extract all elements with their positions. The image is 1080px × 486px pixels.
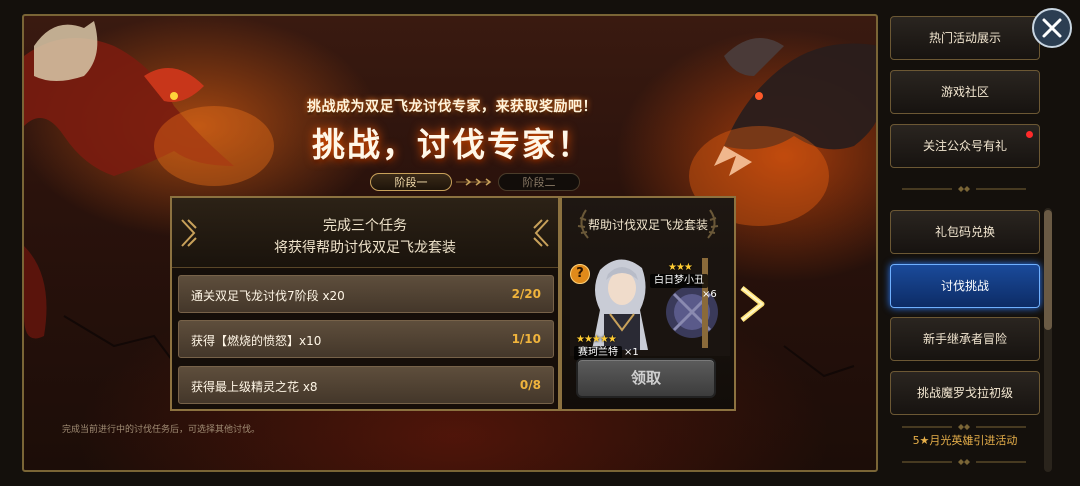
item-quantity: ×6 bbox=[702, 289, 717, 300]
sidebar: 热门活动展示 游戏社区 关注公众号有礼 礼包码兑换 讨伐挑战 新手继承者冒险 挑… bbox=[878, 0, 1080, 486]
item-name: 白日梦小丑 bbox=[650, 274, 708, 288]
sidebar-item-moonlight-event[interactable]: 5★月光英雄引进活动 bbox=[890, 432, 1040, 448]
stage-tab-1[interactable]: 阶段一 bbox=[370, 173, 452, 191]
chevron-right-icon[interactable] bbox=[736, 284, 770, 324]
divider bbox=[902, 424, 1026, 430]
sidebar-item-community[interactable]: 游戏社区 bbox=[890, 70, 1040, 114]
reward-panel: 帮助讨伐双足飞龙套装 ? ★★★ 白日梦小丑 ×6 ★★★★★ 赛珂兰特 ×1 … bbox=[560, 196, 736, 411]
sidebar-item-morogora-challenge[interactable]: 挑战魔罗戈拉初级 bbox=[890, 371, 1040, 415]
sidebar-item-hunt-challenge[interactable]: 讨伐挑战 bbox=[890, 264, 1040, 308]
task-panel-header: 完成三个任务 将获得帮助讨伐双足飞龙套装 bbox=[172, 198, 558, 268]
sidebar-item-gift-code[interactable]: 礼包码兑换 bbox=[890, 210, 1040, 254]
close-icon bbox=[1042, 18, 1062, 38]
task-name: 获得最上级精灵之花 x8 bbox=[191, 380, 318, 394]
event-title: 挑战，讨伐专家！ bbox=[312, 125, 592, 164]
reward-title: 帮助讨伐双足飞龙套装 bbox=[587, 218, 708, 232]
event-subtitle: 挑战成为双足飞龙讨伐专家，来获取奖励吧！ bbox=[307, 99, 597, 115]
task-row: 通关双足飞龙讨伐7阶段 x20 2/20 bbox=[178, 275, 554, 313]
notification-dot bbox=[1026, 131, 1033, 138]
sidebar-item-label: 关注公众号有礼 bbox=[922, 139, 1007, 153]
item-stars: ★★★★★ bbox=[576, 334, 617, 345]
task-heading-line1: 完成三个任务 bbox=[323, 218, 407, 234]
task-progress: 2/20 bbox=[511, 287, 541, 301]
close-button[interactable] bbox=[1032, 8, 1072, 48]
divider bbox=[902, 186, 1026, 192]
claim-button[interactable]: 领取 bbox=[576, 358, 716, 398]
sidebar-item-follow-account[interactable]: 关注公众号有礼 bbox=[890, 124, 1040, 168]
task-row: 获得【燃烧的愤怒】x10 1/10 bbox=[178, 320, 554, 358]
stage-indicator: 阶段一 阶段二 bbox=[370, 173, 604, 191]
stage-tab-2[interactable]: 阶段二 bbox=[498, 173, 580, 191]
ornament-icon bbox=[533, 219, 549, 247]
sidebar-scrollbar[interactable] bbox=[1044, 208, 1052, 472]
task-progress: 0/8 bbox=[519, 378, 541, 392]
task-name: 通关双足飞龙讨伐7阶段 x20 bbox=[191, 289, 345, 303]
question-icon[interactable]: ? bbox=[570, 264, 590, 284]
sidebar-item-hot-events[interactable]: 热门活动展示 bbox=[890, 16, 1040, 60]
scrollbar-thumb[interactable] bbox=[1044, 210, 1052, 330]
task-panel: 完成三个任务 将获得帮助讨伐双足飞龙套装 通关双足飞龙讨伐7阶段 x20 2/2… bbox=[170, 196, 560, 411]
stage-progress-arrow-icon bbox=[456, 178, 492, 186]
task-heading-line2: 将获得帮助讨伐双足飞龙套装 bbox=[274, 240, 456, 256]
footnote-text: 完成当前进行中的讨伐任务后，可选择其他讨伐。 bbox=[62, 425, 261, 435]
event-frame: 挑战成为双足飞龙讨伐专家，来获取奖励吧！ 挑战，讨伐专家！ 阶段一 阶段二 完成… bbox=[22, 14, 878, 472]
sidebar-item-newbie-adventure[interactable]: 新手继承者冒险 bbox=[890, 317, 1040, 361]
divider bbox=[902, 459, 1026, 465]
task-name: 获得【燃烧的愤怒】x10 bbox=[191, 334, 322, 348]
task-progress: 1/10 bbox=[511, 332, 541, 346]
item-stars: ★★★ bbox=[668, 262, 693, 273]
task-row: 获得最上级精灵之花 x8 0/8 bbox=[178, 366, 554, 404]
